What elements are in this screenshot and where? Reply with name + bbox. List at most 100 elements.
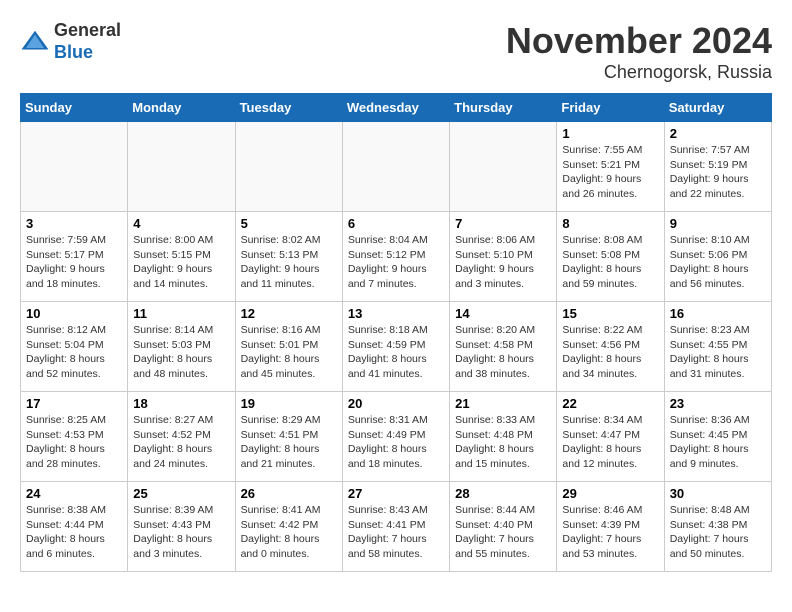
- day-info: Sunrise: 8:33 AM Sunset: 4:48 PM Dayligh…: [455, 413, 551, 472]
- day-info: Sunrise: 7:59 AM Sunset: 5:17 PM Dayligh…: [26, 233, 122, 292]
- week-row-2: 3 Sunrise: 7:59 AM Sunset: 5:17 PM Daylig…: [21, 212, 772, 302]
- calendar-header-monday: Monday: [128, 94, 235, 122]
- day-number: 18: [133, 396, 229, 411]
- day-number: 5: [241, 216, 337, 231]
- day-number: 14: [455, 306, 551, 321]
- logo: General Blue: [20, 20, 121, 63]
- day-number: 6: [348, 216, 444, 231]
- day-info: Sunrise: 8:10 AM Sunset: 5:06 PM Dayligh…: [670, 233, 766, 292]
- day-number: 25: [133, 486, 229, 501]
- day-info: Sunrise: 8:36 AM Sunset: 4:45 PM Dayligh…: [670, 413, 766, 472]
- calendar-cell: [342, 122, 449, 212]
- calendar-cell: 29 Sunrise: 8:46 AM Sunset: 4:39 PM Dayli…: [557, 482, 664, 572]
- calendar-header-friday: Friday: [557, 94, 664, 122]
- calendar-cell: 8 Sunrise: 8:08 AM Sunset: 5:08 PM Daylig…: [557, 212, 664, 302]
- day-info: Sunrise: 8:00 AM Sunset: 5:15 PM Dayligh…: [133, 233, 229, 292]
- day-number: 4: [133, 216, 229, 231]
- day-info: Sunrise: 8:16 AM Sunset: 5:01 PM Dayligh…: [241, 323, 337, 382]
- calendar-cell: 28 Sunrise: 8:44 AM Sunset: 4:40 PM Dayli…: [450, 482, 557, 572]
- location: Chernogorsk, Russia: [506, 62, 772, 83]
- day-info: Sunrise: 8:20 AM Sunset: 4:58 PM Dayligh…: [455, 323, 551, 382]
- day-info: Sunrise: 8:23 AM Sunset: 4:55 PM Dayligh…: [670, 323, 766, 382]
- logo-icon: [20, 27, 50, 57]
- day-info: Sunrise: 8:31 AM Sunset: 4:49 PM Dayligh…: [348, 413, 444, 472]
- day-info: Sunrise: 8:46 AM Sunset: 4:39 PM Dayligh…: [562, 503, 658, 562]
- calendar-header-thursday: Thursday: [450, 94, 557, 122]
- day-number: 19: [241, 396, 337, 411]
- calendar-cell: 22 Sunrise: 8:34 AM Sunset: 4:47 PM Dayli…: [557, 392, 664, 482]
- day-info: Sunrise: 8:06 AM Sunset: 5:10 PM Dayligh…: [455, 233, 551, 292]
- day-number: 24: [26, 486, 122, 501]
- day-info: Sunrise: 8:48 AM Sunset: 4:38 PM Dayligh…: [670, 503, 766, 562]
- calendar-cell: 9 Sunrise: 8:10 AM Sunset: 5:06 PM Daylig…: [664, 212, 771, 302]
- day-info: Sunrise: 8:08 AM Sunset: 5:08 PM Dayligh…: [562, 233, 658, 292]
- logo-text: General Blue: [54, 20, 121, 63]
- day-number: 3: [26, 216, 122, 231]
- calendar-cell: 23 Sunrise: 8:36 AM Sunset: 4:45 PM Dayli…: [664, 392, 771, 482]
- day-number: 9: [670, 216, 766, 231]
- day-number: 17: [26, 396, 122, 411]
- day-number: 22: [562, 396, 658, 411]
- calendar-cell: 10 Sunrise: 8:12 AM Sunset: 5:04 PM Dayli…: [21, 302, 128, 392]
- day-number: 30: [670, 486, 766, 501]
- day-info: Sunrise: 8:43 AM Sunset: 4:41 PM Dayligh…: [348, 503, 444, 562]
- day-info: Sunrise: 8:18 AM Sunset: 4:59 PM Dayligh…: [348, 323, 444, 382]
- calendar-cell: 14 Sunrise: 8:20 AM Sunset: 4:58 PM Dayli…: [450, 302, 557, 392]
- calendar-cell: 1 Sunrise: 7:55 AM Sunset: 5:21 PM Daylig…: [557, 122, 664, 212]
- calendar-cell: [128, 122, 235, 212]
- day-number: 27: [348, 486, 444, 501]
- day-info: Sunrise: 8:02 AM Sunset: 5:13 PM Dayligh…: [241, 233, 337, 292]
- day-info: Sunrise: 8:29 AM Sunset: 4:51 PM Dayligh…: [241, 413, 337, 472]
- day-info: Sunrise: 7:55 AM Sunset: 5:21 PM Dayligh…: [562, 143, 658, 202]
- calendar-cell: 6 Sunrise: 8:04 AM Sunset: 5:12 PM Daylig…: [342, 212, 449, 302]
- day-number: 29: [562, 486, 658, 501]
- day-number: 12: [241, 306, 337, 321]
- calendar-cell: 3 Sunrise: 7:59 AM Sunset: 5:17 PM Daylig…: [21, 212, 128, 302]
- day-info: Sunrise: 8:27 AM Sunset: 4:52 PM Dayligh…: [133, 413, 229, 472]
- day-info: Sunrise: 8:44 AM Sunset: 4:40 PM Dayligh…: [455, 503, 551, 562]
- calendar-cell: 24 Sunrise: 8:38 AM Sunset: 4:44 PM Dayli…: [21, 482, 128, 572]
- day-number: 26: [241, 486, 337, 501]
- day-number: 13: [348, 306, 444, 321]
- calendar-cell: [235, 122, 342, 212]
- calendar-header-saturday: Saturday: [664, 94, 771, 122]
- week-row-3: 10 Sunrise: 8:12 AM Sunset: 5:04 PM Dayli…: [21, 302, 772, 392]
- title-block: November 2024 Chernogorsk, Russia: [506, 20, 772, 83]
- calendar: SundayMondayTuesdayWednesdayThursdayFrid…: [20, 93, 772, 572]
- day-info: Sunrise: 8:14 AM Sunset: 5:03 PM Dayligh…: [133, 323, 229, 382]
- week-row-4: 17Sunrise: 8:25 AM Sunset: 4:53 PM Dayli…: [21, 392, 772, 482]
- day-number: 11: [133, 306, 229, 321]
- calendar-cell: 17Sunrise: 8:25 AM Sunset: 4:53 PM Dayli…: [21, 392, 128, 482]
- page-header: General Blue November 2024 Chernogorsk, …: [20, 20, 772, 83]
- day-number: 8: [562, 216, 658, 231]
- day-number: 15: [562, 306, 658, 321]
- calendar-cell: 26 Sunrise: 8:41 AM Sunset: 4:42 PM Dayli…: [235, 482, 342, 572]
- day-info: Sunrise: 8:12 AM Sunset: 5:04 PM Dayligh…: [26, 323, 122, 382]
- calendar-cell: 27 Sunrise: 8:43 AM Sunset: 4:41 PM Dayli…: [342, 482, 449, 572]
- calendar-cell: 5 Sunrise: 8:02 AM Sunset: 5:13 PM Daylig…: [235, 212, 342, 302]
- day-number: 10: [26, 306, 122, 321]
- day-number: 23: [670, 396, 766, 411]
- week-row-5: 24 Sunrise: 8:38 AM Sunset: 4:44 PM Dayli…: [21, 482, 772, 572]
- day-number: 21: [455, 396, 551, 411]
- calendar-cell: 20 Sunrise: 8:31 AM Sunset: 4:49 PM Dayli…: [342, 392, 449, 482]
- day-info: Sunrise: 8:04 AM Sunset: 5:12 PM Dayligh…: [348, 233, 444, 292]
- day-number: 28: [455, 486, 551, 501]
- day-info: Sunrise: 8:41 AM Sunset: 4:42 PM Dayligh…: [241, 503, 337, 562]
- day-info: Sunrise: 8:38 AM Sunset: 4:44 PM Dayligh…: [26, 503, 122, 562]
- calendar-cell: 2Sunrise: 7:57 AM Sunset: 5:19 PM Daylig…: [664, 122, 771, 212]
- day-number: 7: [455, 216, 551, 231]
- day-info: Sunrise: 8:34 AM Sunset: 4:47 PM Dayligh…: [562, 413, 658, 472]
- day-number: 16: [670, 306, 766, 321]
- calendar-cell: [21, 122, 128, 212]
- day-info: Sunrise: 8:39 AM Sunset: 4:43 PM Dayligh…: [133, 503, 229, 562]
- calendar-cell: 12 Sunrise: 8:16 AM Sunset: 5:01 PM Dayli…: [235, 302, 342, 392]
- day-number: 1: [562, 126, 658, 141]
- calendar-cell: 13 Sunrise: 8:18 AM Sunset: 4:59 PM Dayli…: [342, 302, 449, 392]
- calendar-header-row: SundayMondayTuesdayWednesdayThursdayFrid…: [21, 94, 772, 122]
- day-number: 20: [348, 396, 444, 411]
- calendar-cell: 18 Sunrise: 8:27 AM Sunset: 4:52 PM Dayli…: [128, 392, 235, 482]
- calendar-cell: 11 Sunrise: 8:14 AM Sunset: 5:03 PM Dayli…: [128, 302, 235, 392]
- month-title: November 2024: [506, 20, 772, 62]
- calendar-cell: 19 Sunrise: 8:29 AM Sunset: 4:51 PM Dayli…: [235, 392, 342, 482]
